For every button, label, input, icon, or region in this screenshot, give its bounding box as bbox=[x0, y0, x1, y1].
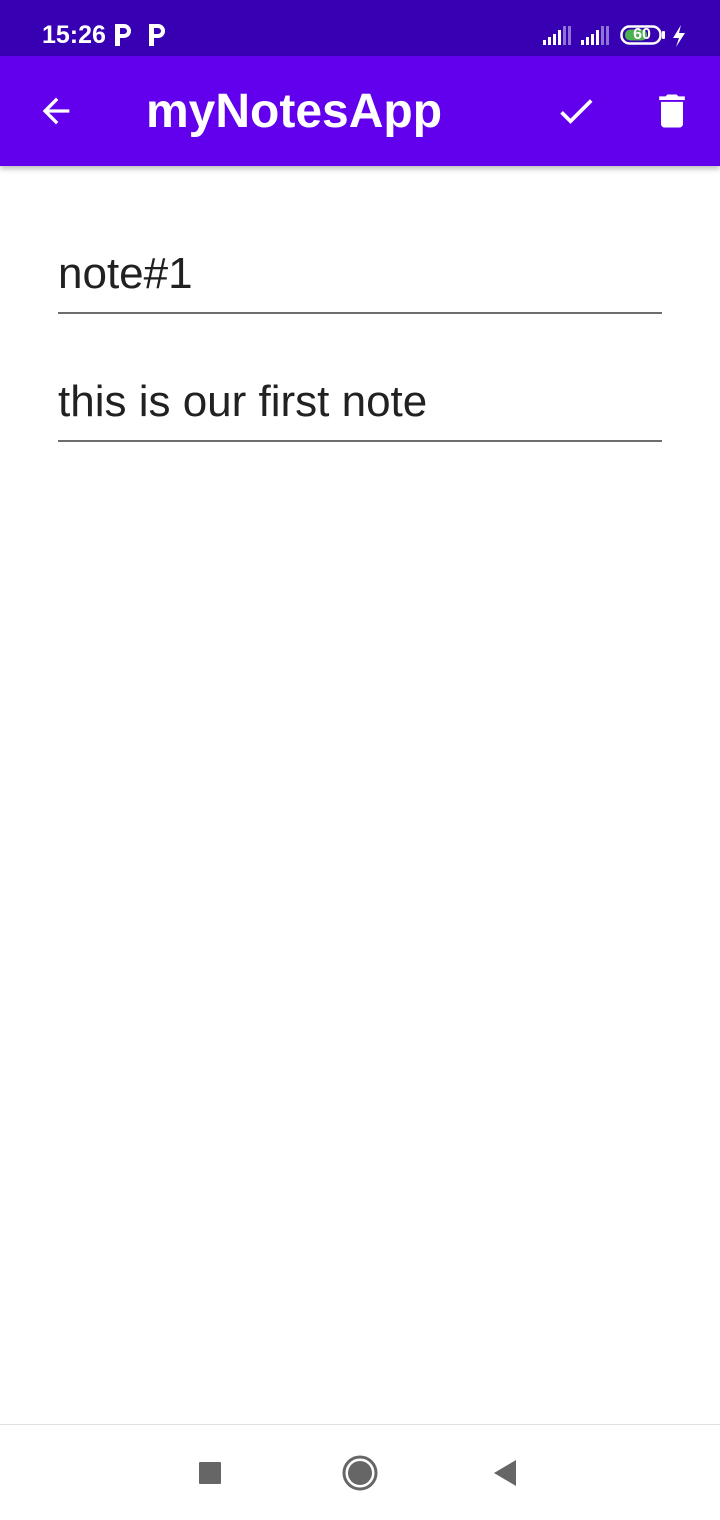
app-title: myNotesApp bbox=[146, 85, 443, 138]
delete-button[interactable] bbox=[636, 75, 708, 147]
status-time: 15:26 bbox=[42, 21, 106, 49]
charging-bolt-icon bbox=[673, 25, 685, 47]
save-button[interactable] bbox=[540, 75, 612, 147]
recents-button[interactable] bbox=[180, 1445, 240, 1501]
cellular-signal-icon bbox=[543, 26, 571, 45]
system-nav-bar bbox=[0, 1424, 720, 1520]
cellular-signal-icon bbox=[581, 26, 609, 45]
back-button[interactable] bbox=[20, 75, 92, 147]
nav-back-button[interactable] bbox=[476, 1445, 536, 1501]
square-icon bbox=[199, 1462, 221, 1484]
note-body-input[interactable] bbox=[58, 372, 662, 442]
triangle-left-icon bbox=[494, 1460, 516, 1486]
circle-icon bbox=[342, 1455, 378, 1491]
note-title-input[interactable] bbox=[58, 244, 662, 314]
app-bar: myNotesApp bbox=[0, 56, 720, 166]
arrow-left-icon bbox=[42, 97, 70, 125]
note-editor-screen: 15:26 60 myNotesApp note#1 this is our f… bbox=[0, 0, 720, 1520]
check-icon bbox=[560, 99, 593, 124]
trash-icon bbox=[659, 94, 685, 128]
battery-level: 60 bbox=[633, 26, 651, 43]
home-button[interactable] bbox=[330, 1445, 390, 1501]
status-bar: 15:26 60 bbox=[0, 0, 720, 56]
p-notification-icon bbox=[115, 24, 131, 46]
p-notification-icon bbox=[149, 24, 165, 46]
